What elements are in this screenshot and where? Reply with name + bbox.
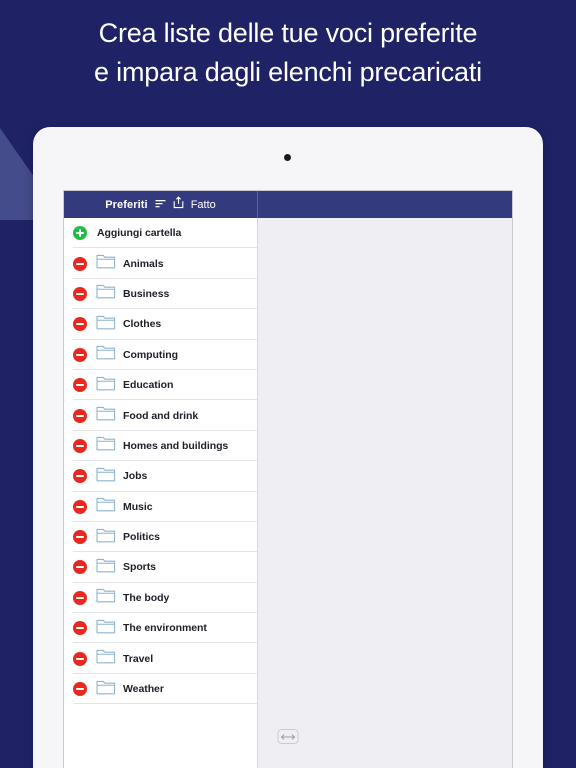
folder-list-pane: Aggiungi cartella Animals Business Clothes… <box>64 218 258 768</box>
folder-row-label: Clothes <box>123 318 162 331</box>
folder-row-label: Food and drink <box>123 409 199 422</box>
folder-row[interactable]: Clothes <box>64 309 257 340</box>
folder-icon <box>96 527 116 548</box>
promo-headline-line-1: Crea liste delle tue voci preferite <box>98 18 478 48</box>
folder-icon <box>96 283 116 304</box>
tablet-screen: Preferiti Fatto Aggiungi cartella Animal… <box>63 190 513 768</box>
minus-circle-icon[interactable] <box>73 530 87 545</box>
folder-row-label: The environment <box>123 622 207 635</box>
minus-circle-icon[interactable] <box>73 651 87 666</box>
minus-circle-icon[interactable] <box>73 438 87 453</box>
front-camera-icon <box>284 154 291 161</box>
folder-row-label: Travel <box>123 652 154 665</box>
plus-circle-icon[interactable] <box>73 226 87 241</box>
folder-row[interactable]: Politics <box>64 521 257 553</box>
folder-icon <box>96 648 116 669</box>
folder-row-label: Homes and buildings <box>123 439 229 452</box>
folder-icon <box>96 679 116 700</box>
navigation-bar: Preferiti Fatto <box>64 191 512 218</box>
share-icon[interactable] <box>173 195 184 214</box>
folder-row[interactable]: Education <box>64 369 257 401</box>
folder-icon <box>96 253 116 274</box>
minus-circle-icon[interactable] <box>73 317 87 332</box>
horizontal-resize-icon <box>280 733 296 740</box>
folder-row[interactable]: The environment <box>64 613 257 644</box>
folder-row-label: Weather <box>123 683 164 696</box>
folder-row-label: Animals <box>123 257 164 270</box>
folder-icon <box>96 496 116 517</box>
folder-row-label: Music <box>123 500 153 513</box>
folder-icon <box>96 435 116 456</box>
detail-pane <box>258 218 512 768</box>
add-folder-label: Aggiungi cartella <box>97 227 182 240</box>
folder-row[interactable]: Sports <box>64 552 257 584</box>
done-button[interactable]: Fatto <box>191 199 216 211</box>
minus-circle-icon[interactable] <box>73 408 87 423</box>
folder-icon <box>96 587 116 608</box>
folder-icon <box>96 618 116 639</box>
promo-headline: Crea liste delle tue voci preferite e im… <box>0 14 576 92</box>
folder-row[interactable]: Computing <box>64 339 257 371</box>
minus-circle-icon[interactable] <box>73 378 87 393</box>
folder-row-label: Business <box>123 287 170 300</box>
folder-row[interactable]: Weather <box>64 673 257 705</box>
folder-icon <box>96 344 116 365</box>
folder-row[interactable]: Travel <box>64 643 257 675</box>
minus-circle-icon[interactable] <box>73 682 87 697</box>
folder-row[interactable]: Music <box>64 491 257 523</box>
folder-icon <box>96 466 116 487</box>
minus-circle-icon[interactable] <box>73 469 87 484</box>
folder-row[interactable]: The body <box>64 582 257 614</box>
minus-circle-icon[interactable] <box>73 590 87 605</box>
sort-icon[interactable] <box>155 196 166 214</box>
folder-icon <box>96 314 116 335</box>
folder-row-label: Education <box>123 379 174 392</box>
folder-row[interactable]: Animals <box>64 248 257 280</box>
folder-row-label: Sports <box>123 561 156 574</box>
folder-row[interactable]: Food and drink <box>64 400 257 432</box>
page-title: Preferiti <box>105 198 148 211</box>
folder-icon <box>96 375 116 396</box>
folder-row-label: Computing <box>123 348 178 361</box>
minus-circle-icon[interactable] <box>73 621 87 636</box>
folder-icon <box>96 405 116 426</box>
folder-rows-container: Animals Business Clothes Computing Education… <box>64 248 257 705</box>
folder-icon <box>96 557 116 578</box>
promo-headline-line-2: e impara dagli elenchi precaricati <box>94 57 482 87</box>
minus-circle-icon[interactable] <box>73 286 87 301</box>
add-folder-row[interactable]: Aggiungi cartella <box>64 218 257 249</box>
folder-row[interactable]: Business <box>64 278 257 310</box>
navigation-bar-left-section: Preferiti Fatto <box>64 191 258 218</box>
tablet-device-frame: Preferiti Fatto Aggiungi cartella Animal… <box>33 127 543 768</box>
minus-circle-icon[interactable] <box>73 347 87 362</box>
minus-circle-icon[interactable] <box>73 499 87 514</box>
folder-row[interactable]: Homes and buildings <box>64 430 257 462</box>
folder-row-label: Jobs <box>123 470 148 483</box>
minus-circle-icon[interactable] <box>73 256 87 271</box>
folder-row[interactable]: Jobs <box>64 461 257 492</box>
pane-resize-handle[interactable] <box>277 729 299 744</box>
folder-row-label: Politics <box>123 531 160 544</box>
split-view: Aggiungi cartella Animals Business Clothes… <box>64 218 512 768</box>
minus-circle-icon[interactable] <box>73 560 87 575</box>
folder-row-label: The body <box>123 591 170 604</box>
